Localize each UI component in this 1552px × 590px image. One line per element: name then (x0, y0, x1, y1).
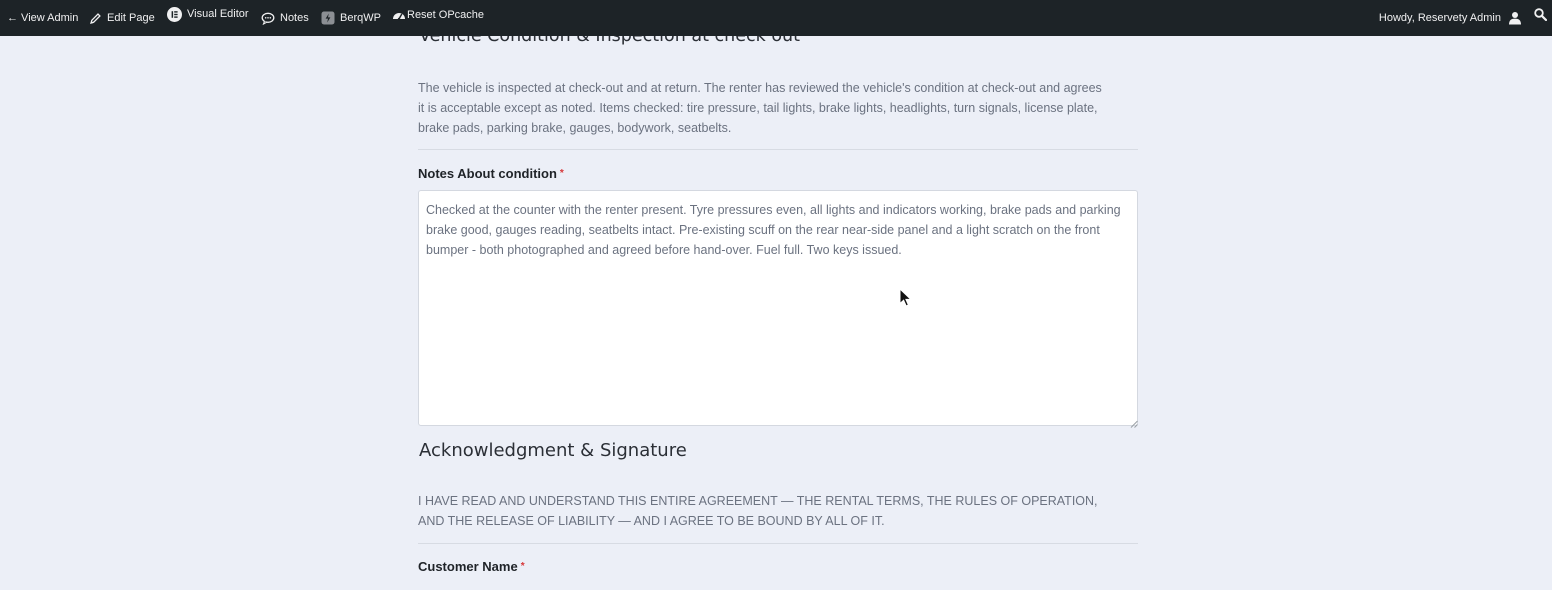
comment-icon (261, 12, 275, 25)
divider (418, 149, 1138, 150)
acknowledgment-heading: Acknowledgment & Signature (419, 440, 687, 461)
customer-name-field-label: Customer Name * (418, 559, 525, 574)
notes-label: Notes (280, 12, 309, 24)
howdy-label: Howdy, Reservety Admin (1378, 12, 1501, 24)
customer-name-label-text: Customer Name (418, 559, 518, 574)
required-mark: * (520, 561, 525, 572)
vehicle-condition-description: The vehicle is inspected at check-out an… (418, 81, 1102, 135)
acknowledgment-description: I HAVE READ AND UNDERSTAND THIS ENTIRE A… (418, 494, 1098, 528)
berqwp-link[interactable]: BerqWP (321, 0, 381, 36)
notes-field-label: Notes About condition * (418, 166, 564, 181)
notes-label-text: Notes About condition (418, 166, 557, 181)
search-icon (1533, 7, 1547, 21)
admin-bar: ← View Admin Edit Page Visual Editor Not… (0, 0, 1552, 36)
notes-link[interactable]: Notes (261, 0, 309, 36)
view-admin-link[interactable]: ← View Admin (7, 0, 78, 36)
dashboard-icon (392, 9, 406, 21)
berqwp-icon (321, 11, 335, 25)
reset-opcache-label: Reset OPcache (407, 9, 485, 21)
edit-page-label: Edit Page (107, 12, 155, 24)
user-icon (1508, 11, 1522, 25)
search-button[interactable] (1530, 0, 1550, 32)
visual-editor-link[interactable]: Visual Editor (167, 0, 249, 32)
elementor-icon (167, 6, 182, 22)
visual-editor-label: Visual Editor (187, 8, 249, 20)
view-admin-label: ← View Admin (7, 12, 79, 24)
my-account-link[interactable]: Howdy, Reservety Admin (1379, 0, 1522, 36)
berqwp-label: BerqWP (340, 12, 381, 24)
edit-page-link[interactable]: Edit Page (89, 0, 155, 36)
divider (418, 543, 1138, 544)
required-mark: * (559, 168, 564, 179)
pencil-icon (89, 12, 102, 25)
notes-textarea[interactable]: Checked at the counter with the renter p… (418, 190, 1138, 426)
reset-opcache-link[interactable]: Reset OPcache (392, 0, 484, 33)
